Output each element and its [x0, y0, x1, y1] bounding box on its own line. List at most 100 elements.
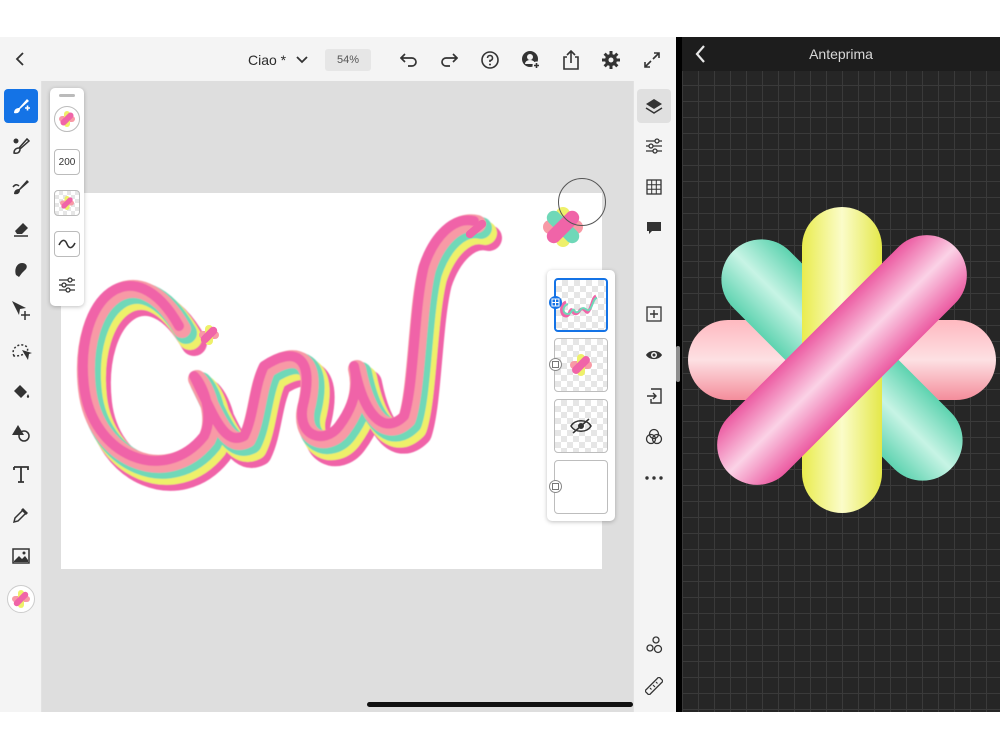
assets-button[interactable]	[637, 628, 671, 662]
eraser-icon	[14, 223, 28, 237]
watercolor-brush-tool[interactable]	[4, 129, 38, 163]
image-mini-icon	[552, 483, 559, 490]
fullscreen-button[interactable]	[639, 47, 665, 73]
paint-brush-tool[interactable]	[4, 89, 38, 123]
image-icon	[12, 548, 30, 564]
zoom-level: 54%	[336, 54, 360, 66]
layer-properties-button[interactable]	[637, 129, 671, 163]
eyedropper-tool[interactable]	[4, 498, 38, 532]
brush-size-field[interactable]: 200	[54, 149, 80, 175]
smudge-tool[interactable]	[4, 252, 38, 286]
move-transform-icon	[12, 301, 30, 320]
top-toolbar: Ciao * 54%	[0, 37, 676, 81]
lasso-selection-tool[interactable]	[4, 334, 38, 368]
home-indicator[interactable]	[367, 702, 633, 707]
brush-opacity-icon	[60, 196, 74, 210]
zoom-level-field[interactable]: 54%	[325, 49, 371, 71]
layer-thumbnail-hidden[interactable]	[554, 399, 608, 453]
lasso-icon	[12, 344, 32, 360]
watercolor-brush-icon	[13, 137, 31, 154]
paint-brush-icon	[14, 99, 30, 114]
layer-preview-ciao	[560, 294, 598, 318]
assets-icon	[646, 636, 663, 654]
visibility-button[interactable]	[637, 338, 671, 372]
panel-drag-handle[interactable]	[59, 94, 75, 97]
ruler-button[interactable]	[637, 669, 671, 703]
preview-title: Anteprima	[809, 46, 873, 62]
image-tool[interactable]	[4, 539, 38, 573]
oil-brush-tool[interactable]	[4, 170, 38, 204]
grid-icon	[646, 179, 662, 195]
ciao-artwork[interactable]	[61, 193, 602, 569]
shapes-tool[interactable]	[4, 416, 38, 450]
brush-tip-icon	[59, 111, 75, 127]
brush-stamp-preview	[688, 207, 996, 513]
layer-image-badge	[549, 480, 562, 493]
brush-tip-button[interactable]	[54, 106, 80, 132]
transform-tool[interactable]	[4, 293, 38, 327]
brush-settings-button[interactable]	[54, 272, 80, 298]
more-options-button[interactable]	[637, 461, 671, 495]
color-swatch-button[interactable]	[7, 585, 35, 613]
layer-thumbnail-stamp[interactable]	[554, 338, 608, 392]
left-toolbar	[0, 81, 42, 712]
import-button[interactable]	[637, 379, 671, 413]
layers-mini-icon	[551, 298, 560, 307]
undo-button[interactable]	[396, 47, 422, 73]
eraser-tool[interactable]	[4, 211, 38, 245]
grid-button[interactable]	[637, 170, 671, 204]
redo-button[interactable]	[436, 47, 462, 73]
fill-tool[interactable]	[4, 375, 38, 409]
back-button[interactable]	[10, 48, 32, 70]
layers-icon	[645, 99, 663, 114]
gear-icon	[602, 51, 620, 69]
text-tool[interactable]	[4, 457, 38, 491]
add-layer-icon	[646, 306, 662, 322]
document-title-menu[interactable]: Ciao *	[248, 50, 308, 70]
blend-mode-button[interactable]	[637, 420, 671, 454]
brush-settings-panel: 200	[50, 88, 84, 306]
brush-stamp-mark	[199, 325, 219, 345]
user-add-icon	[522, 51, 541, 70]
brush-color-swatch-icon	[12, 590, 30, 608]
settings-button[interactable]	[598, 47, 624, 73]
layer-group-badge[interactable]	[549, 296, 562, 309]
redo-icon	[441, 53, 458, 67]
smudge-icon	[15, 263, 27, 277]
expand-icon	[644, 52, 660, 68]
paint-bucket-icon	[14, 385, 30, 398]
right-toolbar	[633, 81, 676, 712]
more-horizontal-icon	[645, 476, 663, 480]
help-button[interactable]	[477, 47, 503, 73]
chevron-left-icon	[15, 52, 24, 66]
import-icon	[647, 388, 662, 404]
document-title: Ciao *	[248, 52, 287, 68]
eyedropper-icon	[12, 508, 28, 524]
brush-cursor	[558, 178, 606, 226]
brush-opacity-button[interactable]	[54, 190, 80, 216]
wave-icon	[58, 239, 76, 249]
text-icon	[13, 466, 29, 483]
eye-hidden-icon	[570, 418, 592, 434]
help-icon	[481, 51, 499, 69]
preview-header: Anteprima	[682, 37, 1000, 71]
blend-circles-icon	[645, 428, 663, 445]
brush-smoothing-button[interactable]	[54, 231, 80, 257]
layers-button[interactable]	[637, 89, 671, 123]
comment-icon	[647, 222, 661, 234]
ruler-icon	[645, 677, 663, 695]
comments-button[interactable]	[637, 211, 671, 245]
share-icon	[563, 50, 579, 70]
add-layer-button[interactable]	[637, 297, 671, 331]
shapes-icon	[12, 425, 30, 442]
layer-thumbnail-ciao[interactable]	[554, 278, 608, 332]
sliders-icon	[59, 277, 75, 293]
layer-image-badge	[549, 358, 562, 371]
share-button[interactable]	[558, 47, 584, 73]
sliders-icon	[646, 138, 662, 154]
layer-thumbnail-background[interactable]	[554, 460, 608, 514]
undo-icon	[400, 53, 417, 67]
chevron-down-icon	[296, 56, 308, 64]
split-divider-handle[interactable]	[676, 346, 680, 382]
invite-user-button[interactable]	[518, 47, 544, 73]
